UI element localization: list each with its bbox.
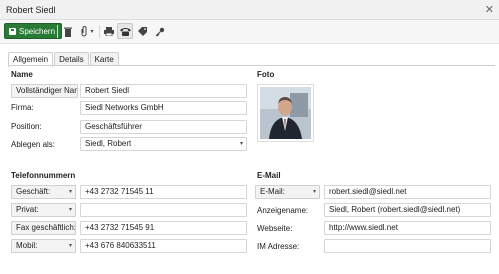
window-titlebar: Robert Siedl ✕ bbox=[0, 0, 499, 20]
file-as-value: Siedl, Robert bbox=[85, 139, 132, 148]
phone-field-private[interactable] bbox=[80, 203, 247, 217]
key-icon[interactable] bbox=[154, 26, 165, 37]
email-section-title: E-Mail bbox=[257, 171, 281, 180]
name-section-title: Name bbox=[11, 70, 33, 79]
display-name-field[interactable]: Siedl, Robert (robert.siedl@siedl.net) bbox=[324, 203, 491, 217]
phone-type-select-mobile[interactable]: Mobil: ▾ bbox=[11, 239, 76, 253]
close-icon[interactable]: ✕ bbox=[485, 3, 494, 16]
paperclip-icon[interactable] bbox=[78, 26, 89, 37]
save-icon bbox=[9, 27, 16, 35]
phone-type-label: Mobil: bbox=[16, 241, 38, 250]
website-label: Webseite: bbox=[257, 224, 293, 233]
save-button-label: Speichern bbox=[19, 26, 56, 36]
phone-icon[interactable] bbox=[117, 23, 133, 39]
phone-type-label: Geschäft: bbox=[16, 187, 51, 196]
email-type-select[interactable]: E-Mail: ▾ bbox=[255, 185, 320, 199]
file-as-label: Ablegen als: bbox=[11, 140, 56, 149]
save-button[interactable]: Speichern bbox=[4, 23, 63, 39]
photo-section-title: Foto bbox=[257, 70, 275, 79]
im-address-field[interactable] bbox=[324, 239, 491, 253]
tab-karte[interactable]: Karte bbox=[89, 52, 119, 66]
toolbar-separator bbox=[57, 25, 58, 38]
position-field[interactable]: Geschäftsführer bbox=[80, 120, 247, 134]
person-photo-icon bbox=[260, 87, 311, 139]
tag-icon[interactable] bbox=[137, 26, 148, 37]
email-type-label: E-Mail: bbox=[260, 187, 285, 196]
phone-field-mobile[interactable]: +43 676 840633511 bbox=[80, 239, 247, 253]
window-title: Robert Siedl bbox=[6, 5, 56, 15]
phone-type-select-fax[interactable]: Fax geschäftlich: bbox=[11, 221, 76, 235]
chevron-down-icon: ▾ bbox=[68, 243, 72, 249]
email-field[interactable]: robert.siedl@siedl.net bbox=[324, 185, 491, 199]
print-icon[interactable] bbox=[103, 26, 114, 37]
full-name-field[interactable]: Robert Siedl bbox=[80, 84, 247, 98]
toolbar: Speichern ▾ bbox=[0, 20, 499, 44]
phone-type-select-business[interactable]: Geschäft: ▾ bbox=[11, 185, 76, 199]
phone-field-business[interactable]: +43 2732 71545 11 bbox=[80, 185, 247, 199]
full-name-select-label: Vollständiger Name bbox=[16, 86, 77, 95]
file-as-select[interactable]: Siedl, Robert ▾ bbox=[80, 137, 247, 151]
company-field[interactable]: Siedl Networks GmbH bbox=[80, 101, 247, 115]
tab-divider bbox=[8, 65, 495, 66]
phone-type-select-private[interactable]: Privat: ▾ bbox=[11, 203, 76, 217]
website-field[interactable]: http://www.siedl.net bbox=[324, 221, 491, 235]
phone-section-title: Telefonnummern bbox=[11, 171, 76, 180]
im-address-label: IM Adresse: bbox=[257, 242, 300, 251]
trash-icon[interactable] bbox=[62, 26, 73, 37]
toolbar-separator bbox=[99, 25, 100, 38]
phone-type-label: Privat: bbox=[16, 205, 39, 214]
chevron-down-icon: ▾ bbox=[68, 207, 72, 213]
chevron-down-icon: ▾ bbox=[312, 189, 316, 195]
phone-field-fax[interactable]: +43 2732 71545 91 bbox=[80, 221, 247, 235]
chevron-down-icon: ▾ bbox=[68, 189, 72, 195]
full-name-select[interactable]: Vollständiger Name bbox=[11, 84, 78, 98]
tab-details[interactable]: Details bbox=[54, 52, 89, 66]
contact-photo[interactable] bbox=[257, 84, 314, 142]
display-name-label: Anzeigename: bbox=[257, 206, 309, 215]
chevron-down-icon[interactable]: ▾ bbox=[89, 26, 95, 37]
position-label: Position: bbox=[11, 122, 42, 131]
company-label: Firma: bbox=[11, 103, 34, 112]
chevron-down-icon: ▾ bbox=[239, 141, 243, 147]
tab-bar: Allgemein Details Karte bbox=[8, 52, 119, 67]
phone-type-label: Fax geschäftlich: bbox=[16, 223, 76, 232]
